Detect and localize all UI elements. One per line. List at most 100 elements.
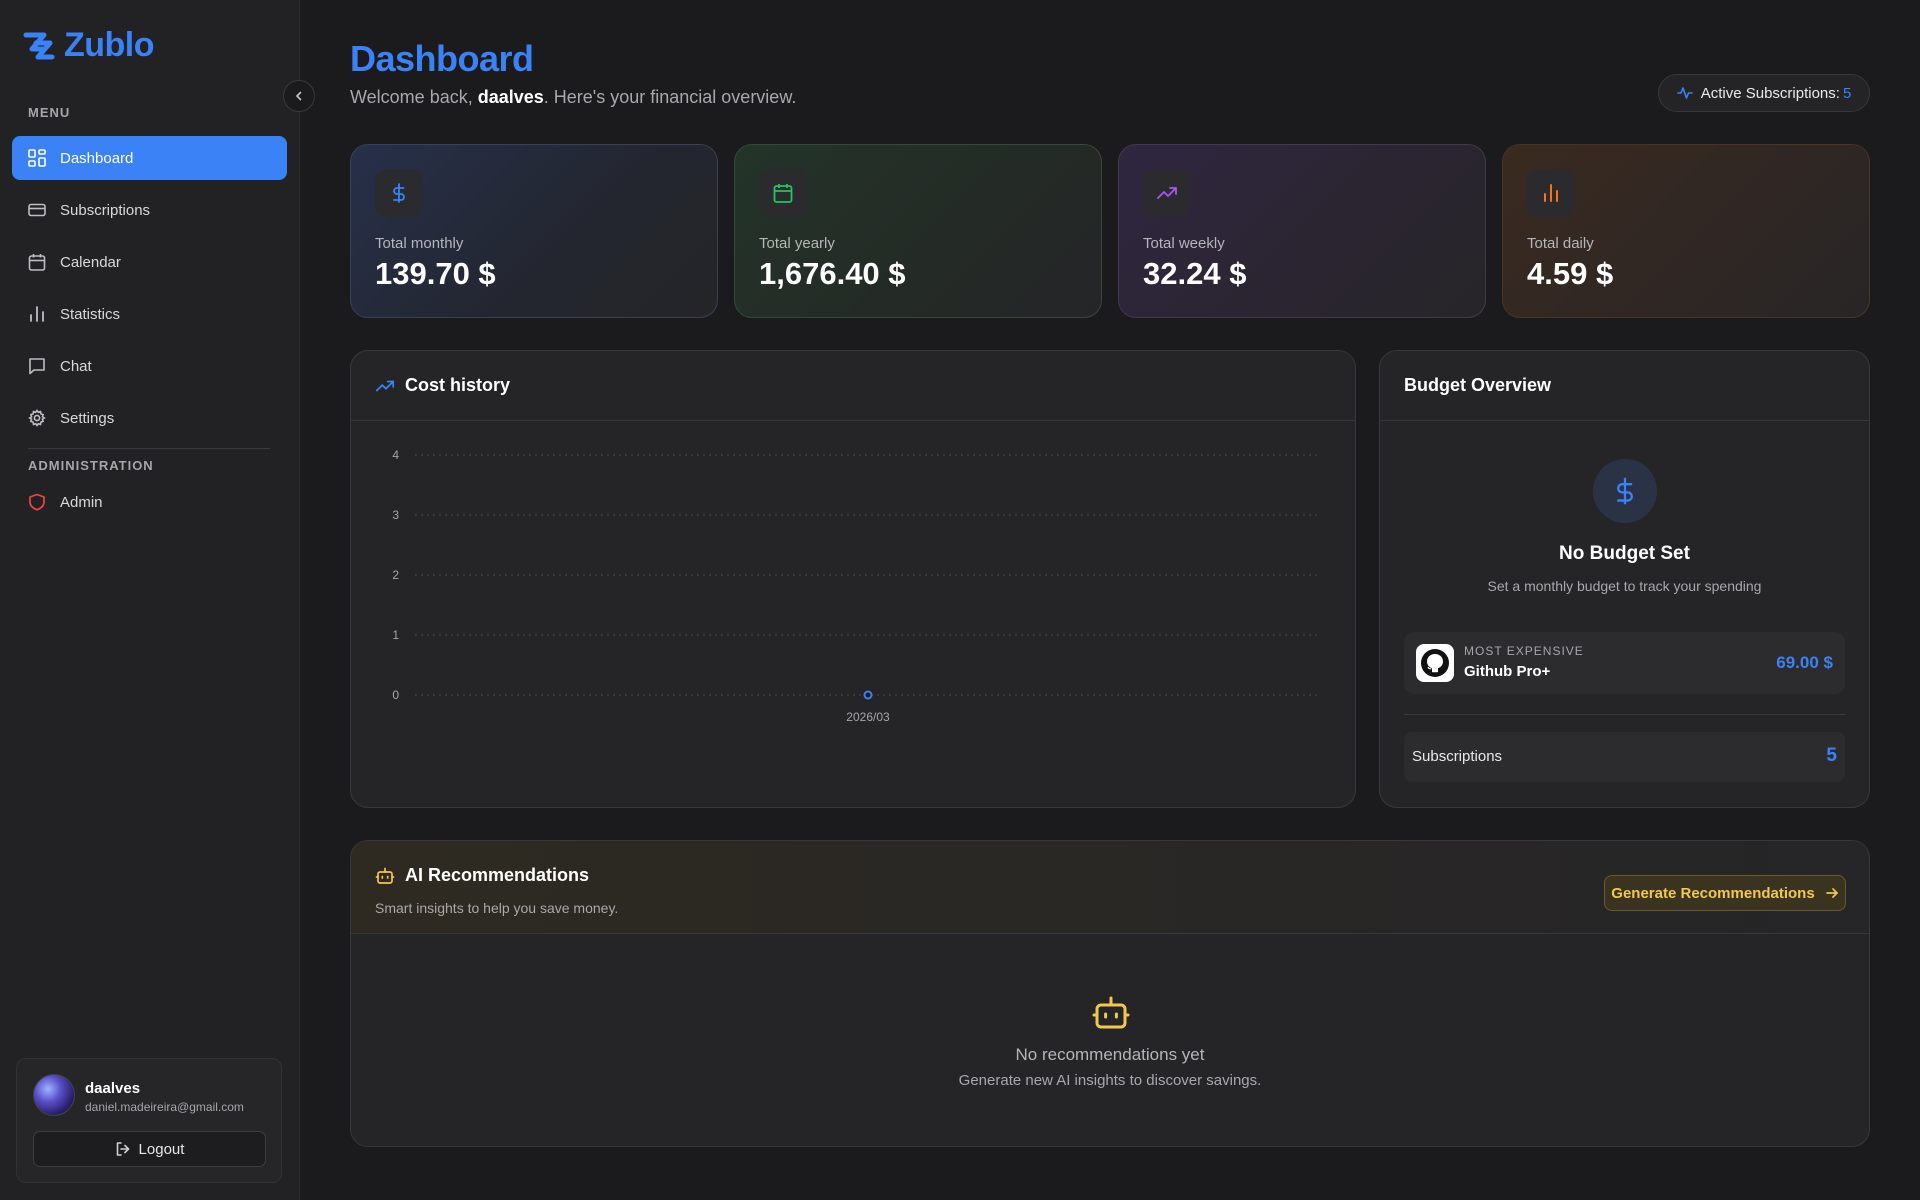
y-tick-label: 4 [392,448,399,462]
bar-chart-icon [30,306,44,322]
y-tick-label: 3 [392,508,399,522]
github-icon [1416,644,1454,682]
stat-icon-box [375,169,423,217]
bar-chart-icon [1544,184,1558,202]
cost-history-header: Cost history [351,351,1355,421]
dashboard-icon [28,149,46,167]
sidebar-item-dashboard[interactable]: Dashboard [12,136,287,180]
menu-section-label: MENU [28,105,71,120]
logo-icon [23,32,55,59]
ai-recommendations-title-text: AI Recommendations [405,865,590,885]
collapse-sidebar-button[interactable] [283,80,315,112]
robot-icon [1092,996,1130,1029]
cost-history-title: Cost history [375,375,510,396]
stat-label: Total yearly [759,235,835,252]
no-recommendations-title: No recommendations yet [1015,1045,1205,1064]
user-email: daniel.madeireira@gmail.com [85,1100,244,1114]
gear-icon [28,409,46,427]
logout-label: Logout [138,1140,185,1158]
arrow-right-icon [1825,888,1838,898]
ai-recommendations-panel: AI Recommendations Smart insights to hel… [350,840,1870,1147]
sidebar-item-label: Settings [60,409,115,427]
budget-overview-header: Budget Overview [1380,351,1869,421]
sidebar-item-label: Dashboard [60,149,134,167]
activity-icon [1676,87,1693,99]
active-subscriptions-count: 5 [1842,84,1852,102]
active-subscriptions-badge: Active Subscriptions: 5 [1658,74,1870,112]
no-budget-title: No Budget Set [1559,543,1690,564]
subscriptions-count-row: Subscriptions 5 [1404,732,1845,782]
stat-label: Total weekly [1143,235,1225,252]
dollar-icon [1617,477,1633,505]
stat-card-weekly: Total weekly 32.24 $ [1118,144,1486,318]
page-title: Dashboard [350,38,534,79]
y-tick-label: 2 [392,568,399,582]
user-card: daalves daniel.madeireira@gmail.com Logo… [16,1058,282,1183]
welcome-suffix: . Here's your financial overview. [543,87,797,107]
logout-icon [116,1142,129,1156]
generate-recommendations-label: Generate Recommendations [1611,884,1815,902]
most-expensive-label: MOST EXPENSIVE [1464,644,1584,658]
app-logo[interactable]: Zublo [22,26,155,65]
stat-icon-box [1143,169,1191,217]
chart-data-point[interactable] [863,690,873,700]
stat-icon-box [1527,169,1575,217]
sidebar: Zublo MENU Dashboard Subscriptions Calen… [0,0,300,1200]
generate-recommendations-button[interactable]: Generate Recommendations [1604,875,1846,911]
user-name: daalves [85,1080,141,1097]
active-subscriptions-label: Active Subscriptions: [1700,84,1840,102]
admin-section-label: ADMINISTRATION [28,458,154,473]
sidebar-item-chat[interactable]: Chat [12,344,287,388]
subscriptions-count: 5 [1826,745,1837,766]
sidebar-item-label: Statistics [60,305,121,323]
sidebar-item-admin[interactable]: Admin [12,480,287,524]
ai-recommendations-title: AI Recommendations [375,865,589,886]
cost-history-panel: Cost history 0 1 2 3 4 2026/03 [350,350,1356,808]
calendar-icon [28,254,46,271]
ai-recommendations-header: AI Recommendations Smart insights to hel… [351,841,1869,934]
logout-button[interactable]: Logout [33,1131,266,1167]
x-tick-label: 2026/03 [846,710,890,724]
stat-icon-box [759,169,807,217]
stat-card-yearly: Total yearly 1,676.40 $ [734,144,1102,318]
welcome-text: Welcome back, daalves. Here's your finan… [350,87,796,108]
budget-overview-panel: Budget Overview No Budget Set Set a mont… [1379,350,1870,808]
stat-label: Total monthly [375,235,464,252]
sidebar-item-label: Admin [60,493,103,511]
most-expensive-row[interactable]: MOST EXPENSIVE Github Pro+ 69.00 $ [1404,632,1845,694]
chat-icon [29,358,45,375]
chevron-left-icon [295,91,302,101]
y-tick-label: 0 [392,688,399,702]
stat-value: 32.24 $ [1143,256,1247,291]
calendar-icon [773,184,793,203]
stat-card-daily: Total daily 4.59 $ [1502,144,1870,318]
cost-history-chart: 0 1 2 3 4 2026/03 [392,448,1321,724]
sidebar-item-label: Chat [60,357,92,375]
dollar-icon [393,183,405,203]
y-tick-label: 1 [392,628,399,642]
sidebar-item-subscriptions[interactable]: Subscriptions [12,188,287,232]
sidebar-item-settings[interactable]: Settings [12,396,287,440]
subscriptions-label: Subscriptions [1412,748,1503,765]
most-expensive-name: Github Pro+ [1464,663,1551,680]
sidebar-item-label: Subscriptions [60,201,151,219]
avatar[interactable] [33,1074,75,1116]
budget-divider [1404,714,1845,715]
stat-card-monthly: Total monthly 139.70 $ [350,144,718,318]
budget-dollar-badge [1593,459,1657,523]
most-expensive-price: 69.00 $ [1776,653,1833,672]
app-name: Zublo [64,26,155,64]
credit-card-icon [28,203,46,217]
no-recommendations-subtitle: Generate new AI insights to discover sav… [958,1072,1262,1089]
budget-overview-title: Budget Overview [1404,375,1552,395]
stat-value: 1,676.40 $ [759,256,906,291]
sidebar-item-statistics[interactable]: Statistics [12,292,287,336]
welcome-prefix: Welcome back, [350,87,478,107]
stat-label: Total daily [1527,235,1594,252]
sidebar-item-label: Calendar [60,253,121,271]
cost-history-title-text: Cost history [405,375,511,395]
shield-icon [29,493,45,511]
trending-up-icon [1157,187,1177,199]
stat-value: 4.59 $ [1527,256,1614,291]
sidebar-item-calendar[interactable]: Calendar [12,240,287,284]
